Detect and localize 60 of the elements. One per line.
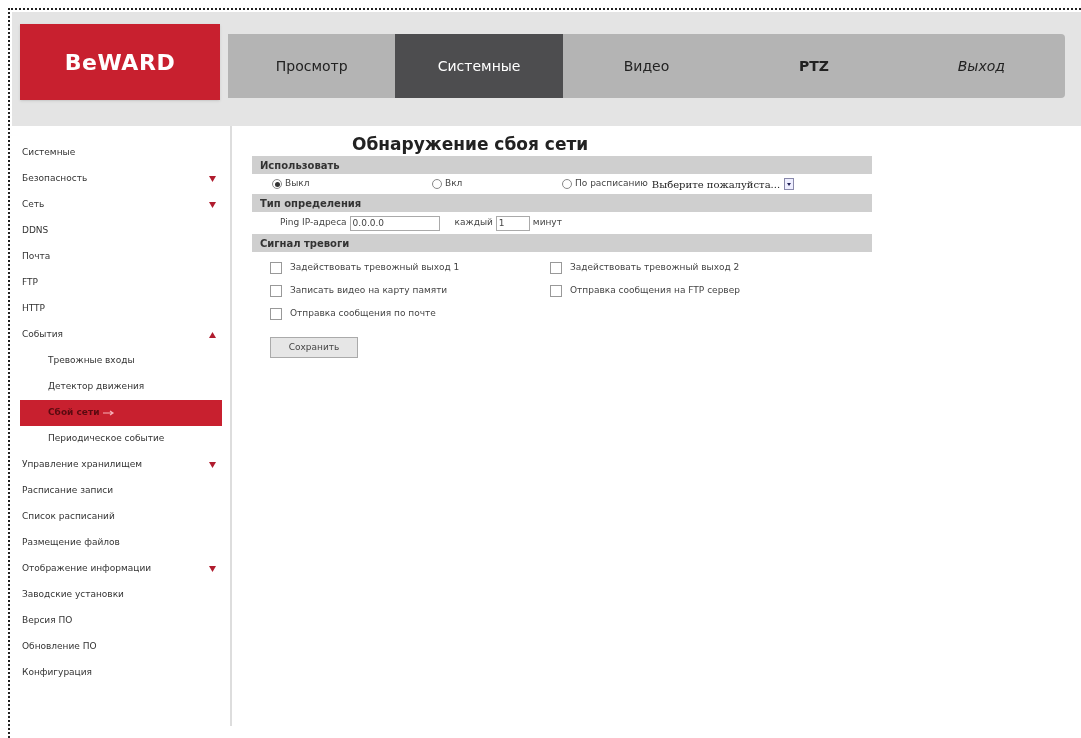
radio-button[interactable] <box>432 179 442 189</box>
page-title: Обнаружение сбоя сети <box>351 133 590 156</box>
checkbox[interactable] <box>270 261 282 274</box>
checkbox[interactable] <box>270 307 282 320</box>
nav-tab[interactable]: Видео <box>562 34 731 98</box>
radio-label: По расписанию <box>575 177 648 191</box>
expand-arrow-icon[interactable] <box>209 176 216 182</box>
sidebar-item[interactable]: DDNS <box>22 224 49 238</box>
nav-tab[interactable]: Системные <box>395 34 563 98</box>
save-button[interactable]: Сохранить <box>270 337 358 358</box>
sidebar-item[interactable]: Список расписаний <box>22 510 115 524</box>
sidebar-subitem[interactable]: Тревожные входы <box>20 348 222 374</box>
checkbox-label: Отправка сообщения на FTP сервер <box>570 283 740 297</box>
checkbox-label: Задействовать тревожный выход 2 <box>570 260 740 274</box>
sidebar-item[interactable]: Безопасность <box>22 172 88 186</box>
dropdown-icon <box>784 178 795 190</box>
sidebar-item[interactable]: Конфигурация <box>22 666 92 680</box>
expand-arrow-icon[interactable] <box>209 566 216 572</box>
ip-field[interactable]: 0.0.0.0 <box>349 215 440 231</box>
radio-label: Вкл <box>445 177 463 191</box>
arrow-icon <box>103 410 116 416</box>
sidebar-item[interactable]: FTP <box>22 276 38 290</box>
checkbox[interactable] <box>550 261 562 274</box>
checkbox[interactable] <box>550 284 562 297</box>
expand-arrow-icon[interactable] <box>209 462 216 468</box>
sidebar-subitem[interactable]: Детектор движения <box>20 374 222 400</box>
logo[interactable]: BeWARD <box>20 24 220 100</box>
sidebar-item[interactable]: Отображение информации <box>22 562 152 576</box>
sidebar-item[interactable]: Сеть <box>22 198 45 212</box>
minutes-field[interactable]: 1 <box>495 215 530 231</box>
every-label: каждый <box>454 216 493 230</box>
sidebar-item[interactable]: Обновление ПО <box>22 640 97 654</box>
checkbox-label: Записать видео на карту памяти <box>290 283 448 297</box>
checkbox[interactable] <box>270 284 282 297</box>
nav-tab[interactable]: Выход <box>897 34 1066 98</box>
sidebar-item[interactable]: События <box>22 328 63 342</box>
collapse-arrow-icon[interactable] <box>209 332 216 338</box>
section-heading: Использовать <box>252 156 872 174</box>
sidebar-item[interactable]: Версия ПО <box>22 614 73 628</box>
schedule-select[interactable]: Выберите пожалуйста... <box>651 176 795 192</box>
expand-arrow-icon[interactable] <box>209 202 216 208</box>
sidebar-item[interactable]: Системные <box>22 146 76 160</box>
section-heading: Сигнал тревоги <box>252 234 872 252</box>
checkbox-label: Задействовать тревожный выход 1 <box>290 260 460 274</box>
sidebar-item[interactable]: Управление хранилищем <box>22 458 142 472</box>
sidebar-subitem[interactable]: Периодическое событие <box>20 426 222 452</box>
sidebar-item[interactable]: Заводские установки <box>22 588 124 602</box>
radio-button[interactable] <box>272 179 282 189</box>
sidebar-item[interactable]: Размещение файлов <box>22 536 120 550</box>
sidebar-item[interactable]: HTTP <box>22 302 46 316</box>
unit-label: минут <box>532 216 562 230</box>
nav-tab[interactable]: PTZ <box>730 34 898 98</box>
sidebar-item[interactable]: Почта <box>22 250 51 264</box>
ping-label: Ping IP-адреса <box>280 216 347 230</box>
nav-tab[interactable]: Просмотр <box>228 34 396 98</box>
section-heading: Тип определения <box>252 194 872 212</box>
radio-button[interactable] <box>562 179 572 189</box>
checkbox-label: Отправка сообщения по почте <box>290 306 436 320</box>
sidebar-item[interactable]: Расписание записи <box>22 484 114 498</box>
radio-label: Выкл <box>285 177 310 191</box>
